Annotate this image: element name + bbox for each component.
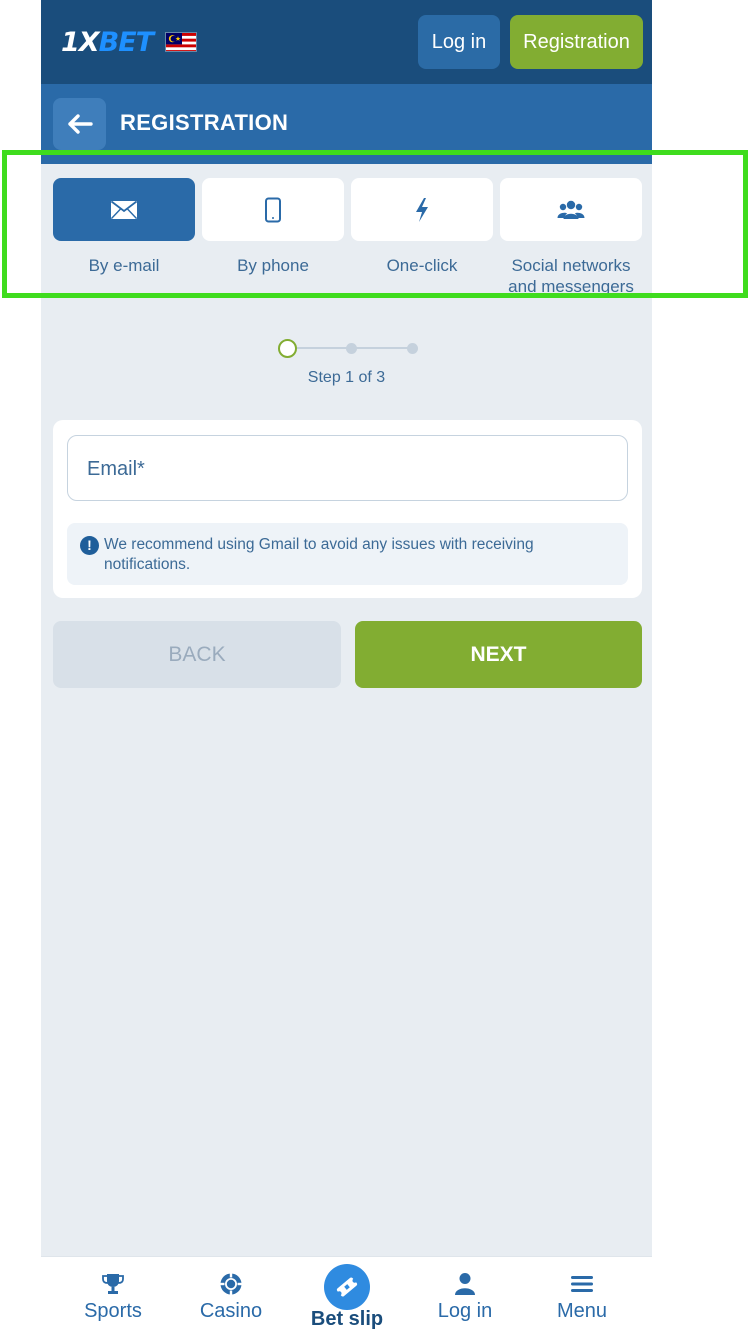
nav-casino[interactable]: Casino [171, 1257, 291, 1332]
user-icon [405, 1271, 525, 1297]
nav-label: Casino [199, 1300, 263, 1322]
next-button[interactable]: NEXT [355, 621, 642, 688]
bottom-navigation: Sports Casino Bet slip Log in Menu [41, 1256, 652, 1332]
ticket-icon [324, 1264, 370, 1310]
top-bar: 1XBET Log in Registration [41, 0, 652, 84]
nav-sports[interactable]: Sports [53, 1257, 173, 1332]
arrow-left-icon [67, 114, 93, 134]
nav-bet-slip[interactable]: Bet slip [287, 1257, 407, 1332]
step-counter: Step 1 of 3 [307, 369, 386, 386]
nav-log-in[interactable]: Log in [405, 1257, 525, 1332]
header-login-button[interactable]: Log in [418, 15, 500, 69]
brand-logo[interactable]: 1XBET [61, 24, 198, 60]
email-placeholder: Email* [87, 458, 145, 480]
step-progress [278, 338, 418, 358]
hamburger-icon [522, 1271, 642, 1297]
step-connector [296, 347, 348, 349]
back-arrow-button[interactable] [53, 98, 106, 150]
nav-label: Sports [84, 1300, 142, 1322]
nav-menu[interactable]: Menu [522, 1257, 642, 1332]
casino-chip-icon [171, 1271, 291, 1297]
nav-label: Log in [437, 1300, 493, 1322]
nav-label: Bet slip [310, 1308, 384, 1330]
info-icon: ! [80, 536, 99, 555]
step-dot [407, 343, 418, 354]
malaysia-flag-icon[interactable] [165, 32, 198, 52]
back-button[interactable]: BACK [53, 621, 341, 688]
step-dot-current [278, 339, 297, 358]
email-field[interactable]: Email* [67, 435, 628, 501]
highlight-box [2, 150, 748, 298]
notice-text: We recommend using Gmail to avoid any is… [104, 536, 534, 573]
logo-text: 1XBET [61, 26, 154, 58]
gmail-notice: ! We recommend using Gmail to avoid any … [67, 523, 628, 585]
step-dot [346, 343, 357, 354]
step-connector [353, 347, 411, 349]
header-registration-button[interactable]: Registration [510, 15, 643, 69]
email-form-card: Email* ! We recommend using Gmail to avo… [53, 420, 642, 598]
page-title: REGISTRATION [120, 110, 289, 135]
trophy-icon [53, 1271, 173, 1297]
nav-label: Menu [556, 1300, 608, 1322]
